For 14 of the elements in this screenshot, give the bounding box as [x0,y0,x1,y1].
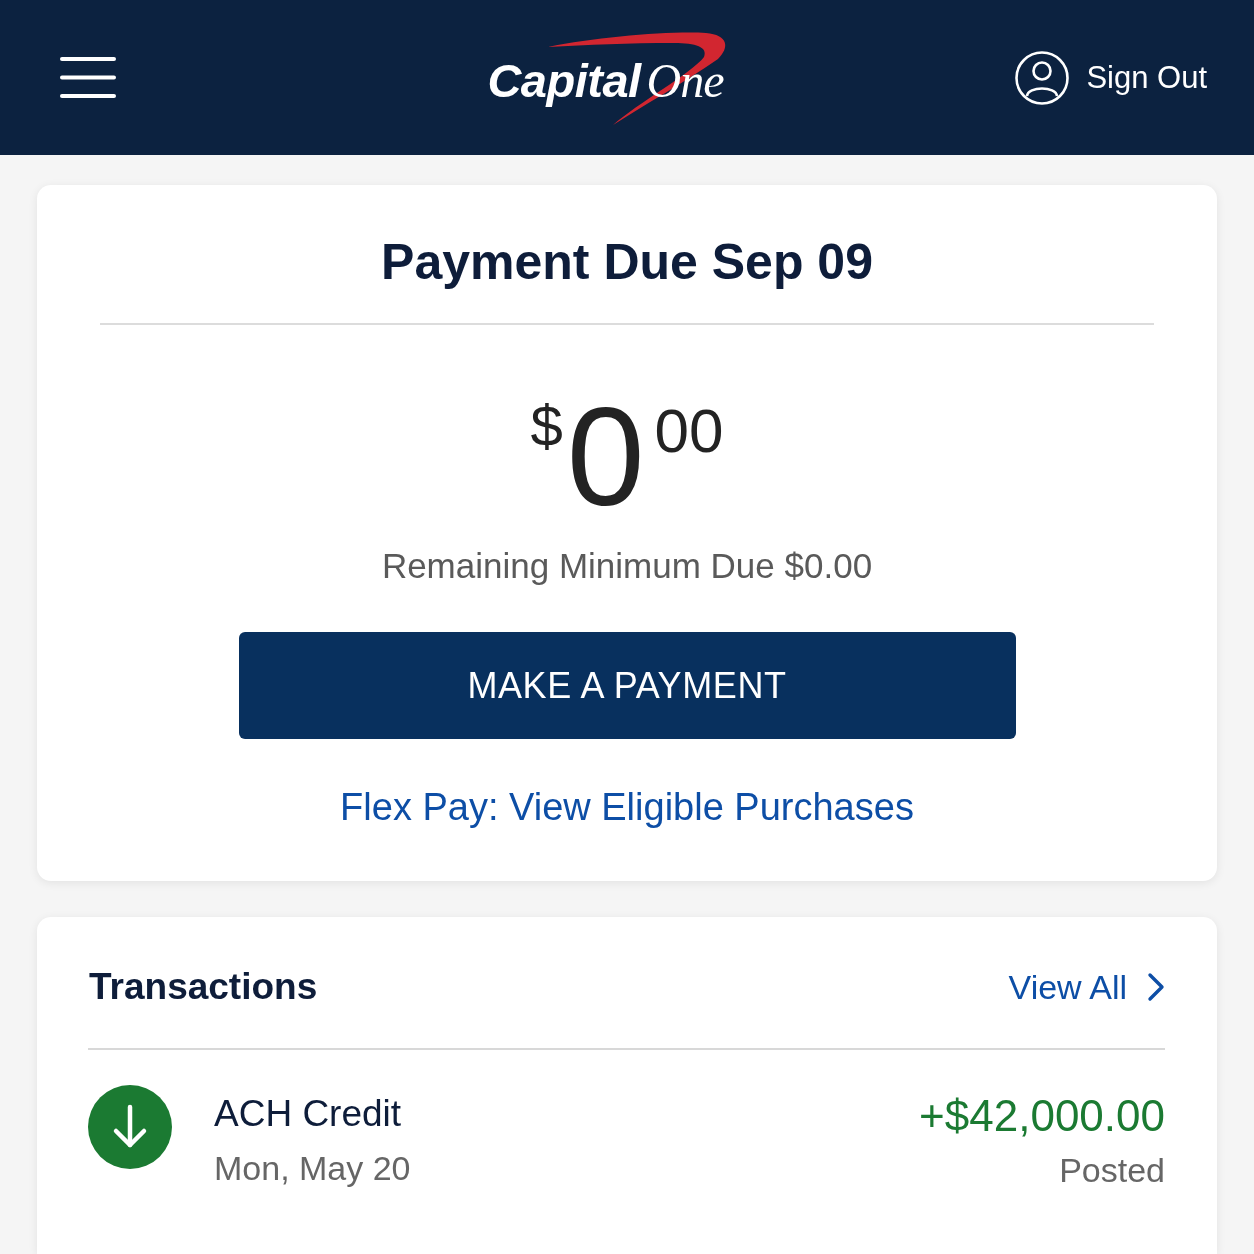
flex-pay-link[interactable]: Flex Pay: View Eligible Purchases [340,785,914,829]
menu-icon[interactable] [60,57,116,98]
make-payment-button[interactable]: MAKE A PAYMENT [238,632,1016,739]
transaction-name: ACH Credit [214,1092,402,1136]
transaction-date: Mon, May 20 [214,1148,411,1188]
user-icon [1015,50,1070,105]
transaction-status: Posted [1059,1150,1165,1190]
section-title: Transactions [88,965,318,1009]
sign-out-button[interactable]: Sign Out [1015,50,1207,105]
minimum-due-text: Remaining Minimum Due $0.00 [381,546,873,586]
chevron-right-icon [1147,972,1165,1002]
payment-due-title: Payment Due Sep 09 [381,233,873,292]
transaction-amount: +$42,000.00 [919,1091,1165,1141]
view-all-link[interactable]: View All [1008,965,1165,1009]
